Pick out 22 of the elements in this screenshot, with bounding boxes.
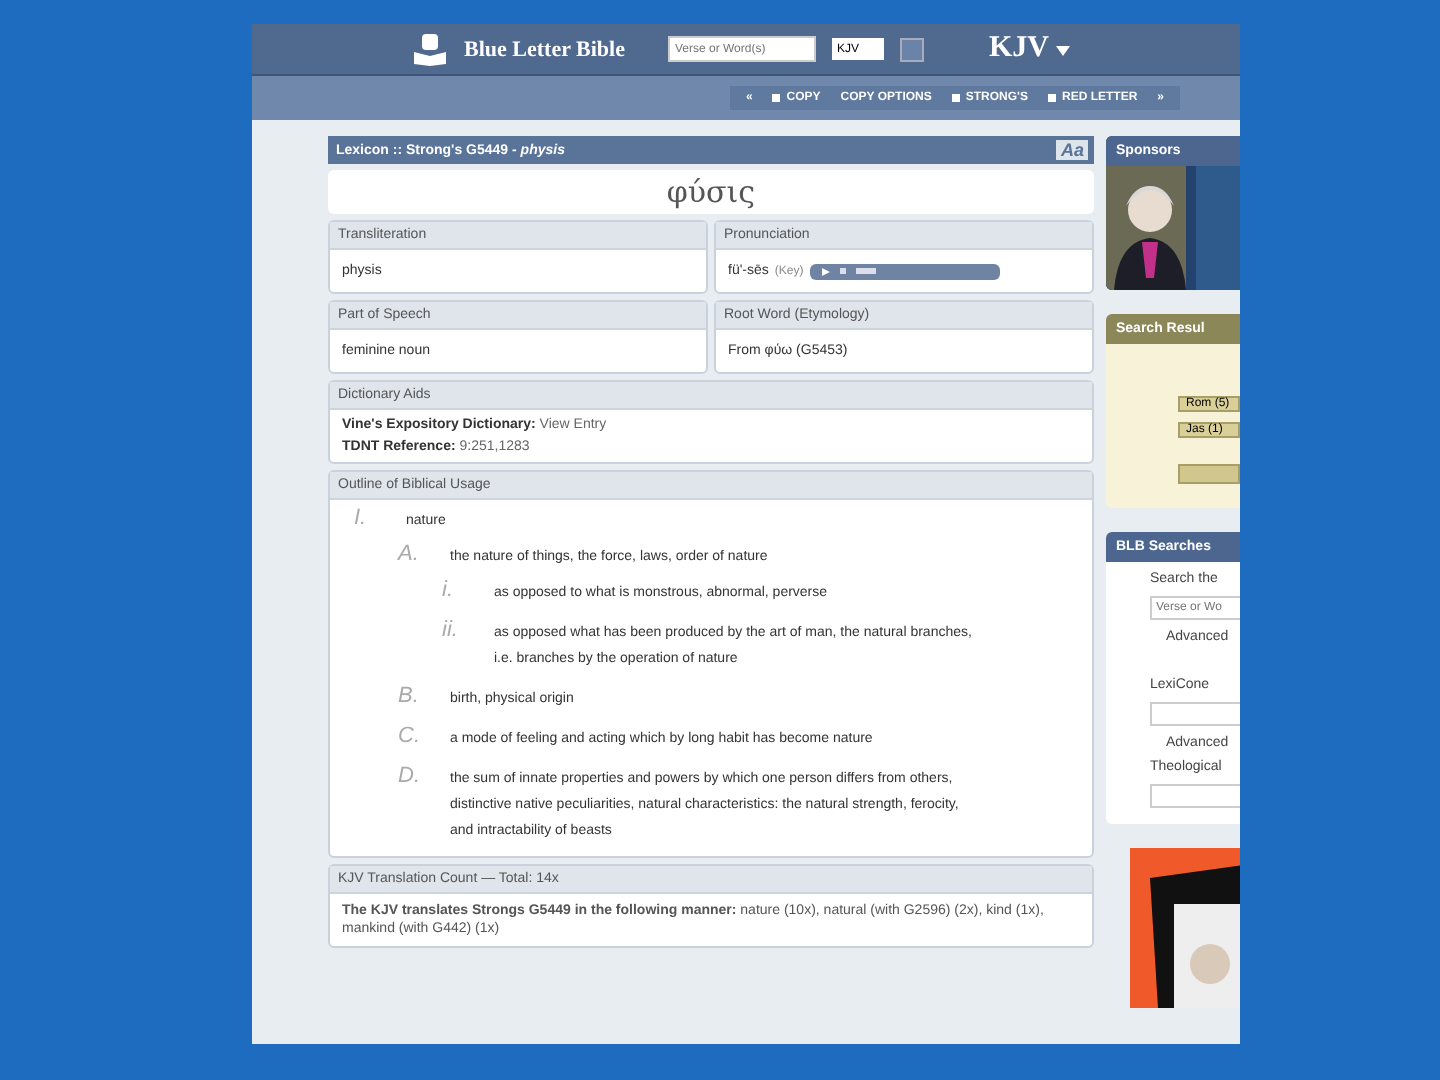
stop-icon[interactable]	[839, 268, 846, 274]
greek-word: φύσις	[328, 170, 1094, 214]
outline-marker: B.	[398, 686, 421, 712]
version-menu[interactable]: KJV	[988, 32, 1070, 66]
outline-marker: ii.	[442, 620, 460, 646]
outline-marker: I.	[354, 508, 369, 534]
outline-marker: C.	[398, 726, 422, 752]
outline-marker: D.	[398, 766, 422, 792]
font-button[interactable]: Aa	[1056, 140, 1088, 160]
go-button[interactable]	[900, 37, 925, 61]
checkbox[interactable]	[951, 94, 960, 102]
play-icon[interactable]	[821, 267, 830, 275]
caret-icon	[1055, 46, 1070, 56]
checkbox[interactable]	[1047, 94, 1056, 102]
book-icon	[412, 33, 448, 65]
site-logo[interactable]: Blue Letter Bible	[464, 37, 625, 61]
outline-marker: i.	[442, 580, 455, 606]
audio-player[interactable]	[809, 263, 1000, 279]
volume-bar-icon[interactable]	[855, 268, 876, 274]
checkbox[interactable]	[772, 94, 781, 102]
outline-marker: A.	[398, 544, 421, 570]
results-button[interactable]	[1178, 464, 1240, 484]
